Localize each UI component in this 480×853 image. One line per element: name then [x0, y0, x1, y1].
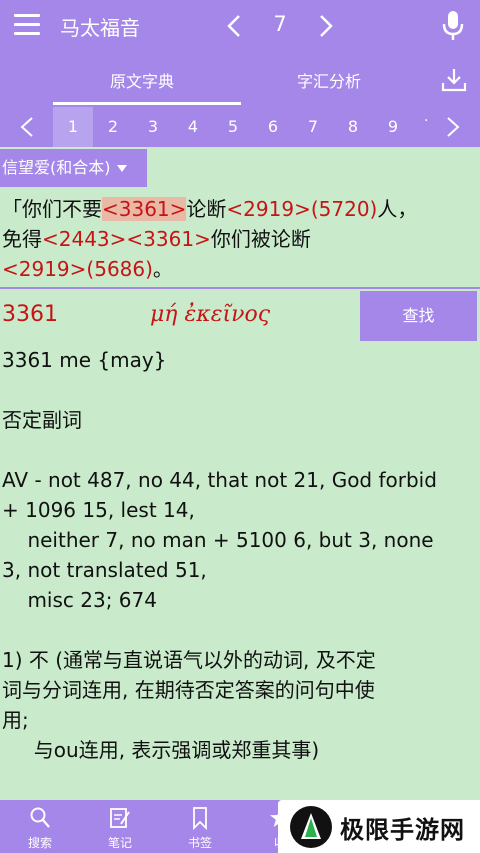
- nav-notes[interactable]: 笔记: [80, 800, 160, 853]
- definition-line: 否定副词: [2, 408, 82, 432]
- bookmark-icon: [193, 807, 207, 830]
- menu-icon[interactable]: [14, 14, 40, 36]
- verse-number-3[interactable]: 3: [133, 107, 173, 147]
- verse-text-segment: 「你们不要: [2, 197, 102, 221]
- definition-text: 3361 me {may} 否定副词 AV - not 487, no 44, th…: [2, 345, 478, 765]
- microphone-icon[interactable]: [440, 10, 466, 42]
- chapter-number[interactable]: 7: [268, 12, 292, 36]
- verse-text-segment: 人，: [377, 197, 418, 221]
- verse-number-6[interactable]: 6: [253, 107, 293, 147]
- dropdown-caret-icon: [116, 165, 127, 172]
- definition-gap: [2, 375, 478, 405]
- next-chapter-icon[interactable]: [318, 14, 334, 38]
- version-dropdown[interactable]: 信望爱(和合本): [0, 149, 147, 187]
- definition-line: 词与分词连用, 在期待否定答案的问句中使: [2, 678, 375, 702]
- find-button[interactable]: 查找: [360, 291, 477, 341]
- definition-line: 3, not translated 51,: [2, 558, 207, 582]
- definition-line: neither 7, no man + 5100 6, but 3, none: [2, 528, 434, 552]
- definition-line: 1) 不 (通常与直说语气以外的动词, 及不定: [2, 648, 376, 672]
- verse-text-segment: 你们被论断: [210, 227, 311, 251]
- definition-line: AV - not 487, no 44, that not 21, God fo…: [2, 468, 437, 492]
- definition-line: 用;: [2, 708, 29, 732]
- definition-line: 与ou连用, 表示强调或郑重其事): [2, 738, 320, 762]
- tab-original-dictionary[interactable]: 原文字典: [110, 68, 174, 92]
- verse-overflow: ·: [424, 113, 429, 129]
- nav-notes-label: 笔记: [107, 836, 132, 850]
- nav-search-label: 搜索: [27, 836, 52, 850]
- definition-line: + 1096 15, lest 14,: [2, 498, 195, 522]
- nav-bookmarks-label: 书签: [187, 836, 212, 850]
- watermark-text: 极限手游网: [340, 816, 465, 844]
- definition-line: 3361 me {may}: [2, 348, 167, 372]
- verse-number-9[interactable]: 9: [373, 107, 413, 147]
- verse-text-segment: 论断: [186, 197, 227, 221]
- strongs-number: 3361: [2, 302, 58, 327]
- watermark: 极限手游网: [278, 800, 480, 853]
- app-bar: 马太福音 7: [0, 0, 480, 52]
- verse-number-4[interactable]: 4: [173, 107, 213, 147]
- verse-text-segment: 免得: [2, 227, 42, 251]
- greek-word: μή ἐκεῖνος: [150, 302, 271, 327]
- note-icon: [110, 808, 130, 828]
- strongs-reference[interactable]: <3361>: [102, 197, 187, 221]
- nav-search[interactable]: 搜索: [0, 800, 80, 853]
- verse-line: <2919>(5686)。: [2, 254, 480, 284]
- definition-gap: [2, 435, 478, 465]
- verse-number-8[interactable]: 8: [333, 107, 373, 147]
- nav-bookmarks[interactable]: 书签: [160, 800, 240, 853]
- watermark-logo-icon: [290, 806, 332, 848]
- tab-word-analysis[interactable]: 字汇分析: [297, 68, 361, 92]
- book-title[interactable]: 马太福音: [60, 12, 140, 41]
- tab-indicator: [53, 102, 241, 105]
- verse-number-7[interactable]: 7: [293, 107, 333, 147]
- section-divider: [0, 287, 480, 289]
- verse-number-5[interactable]: 5: [213, 107, 253, 147]
- verse-selector: 1 2 3 4 5 6 7 8 9 ·: [0, 107, 480, 147]
- previous-chapter-icon[interactable]: [226, 14, 242, 38]
- verse-number-2[interactable]: 2: [93, 107, 133, 147]
- strongs-reference[interactable]: <2919>(5720): [226, 197, 377, 221]
- verse-number-1[interactable]: 1: [53, 107, 93, 147]
- strongs-reference[interactable]: <2443><3361>: [42, 227, 211, 251]
- strongs-reference[interactable]: <2919>(5686): [2, 257, 153, 281]
- definition-line: misc 23; 674: [2, 588, 157, 612]
- verse-text: 「你们不要<3361>论断<2919>(5720)人， 免得<2443><3361…: [0, 194, 480, 284]
- verse-text-segment: 。: [152, 257, 173, 281]
- definition-gap: [2, 615, 478, 645]
- verse-scroll-right-icon[interactable]: [445, 117, 461, 137]
- version-label: 信望爱(和合本): [2, 158, 111, 177]
- verse-line: 「你们不要<3361>论断<2919>(5720)人，: [2, 194, 480, 224]
- verse-line: 免得<2443><3361>你们被论断: [2, 224, 480, 254]
- search-icon: [30, 807, 50, 828]
- verse-scroll-left-icon[interactable]: [19, 117, 35, 137]
- tab-bar: 原文字典 字汇分析: [0, 52, 480, 107]
- download-icon[interactable]: [441, 67, 467, 93]
